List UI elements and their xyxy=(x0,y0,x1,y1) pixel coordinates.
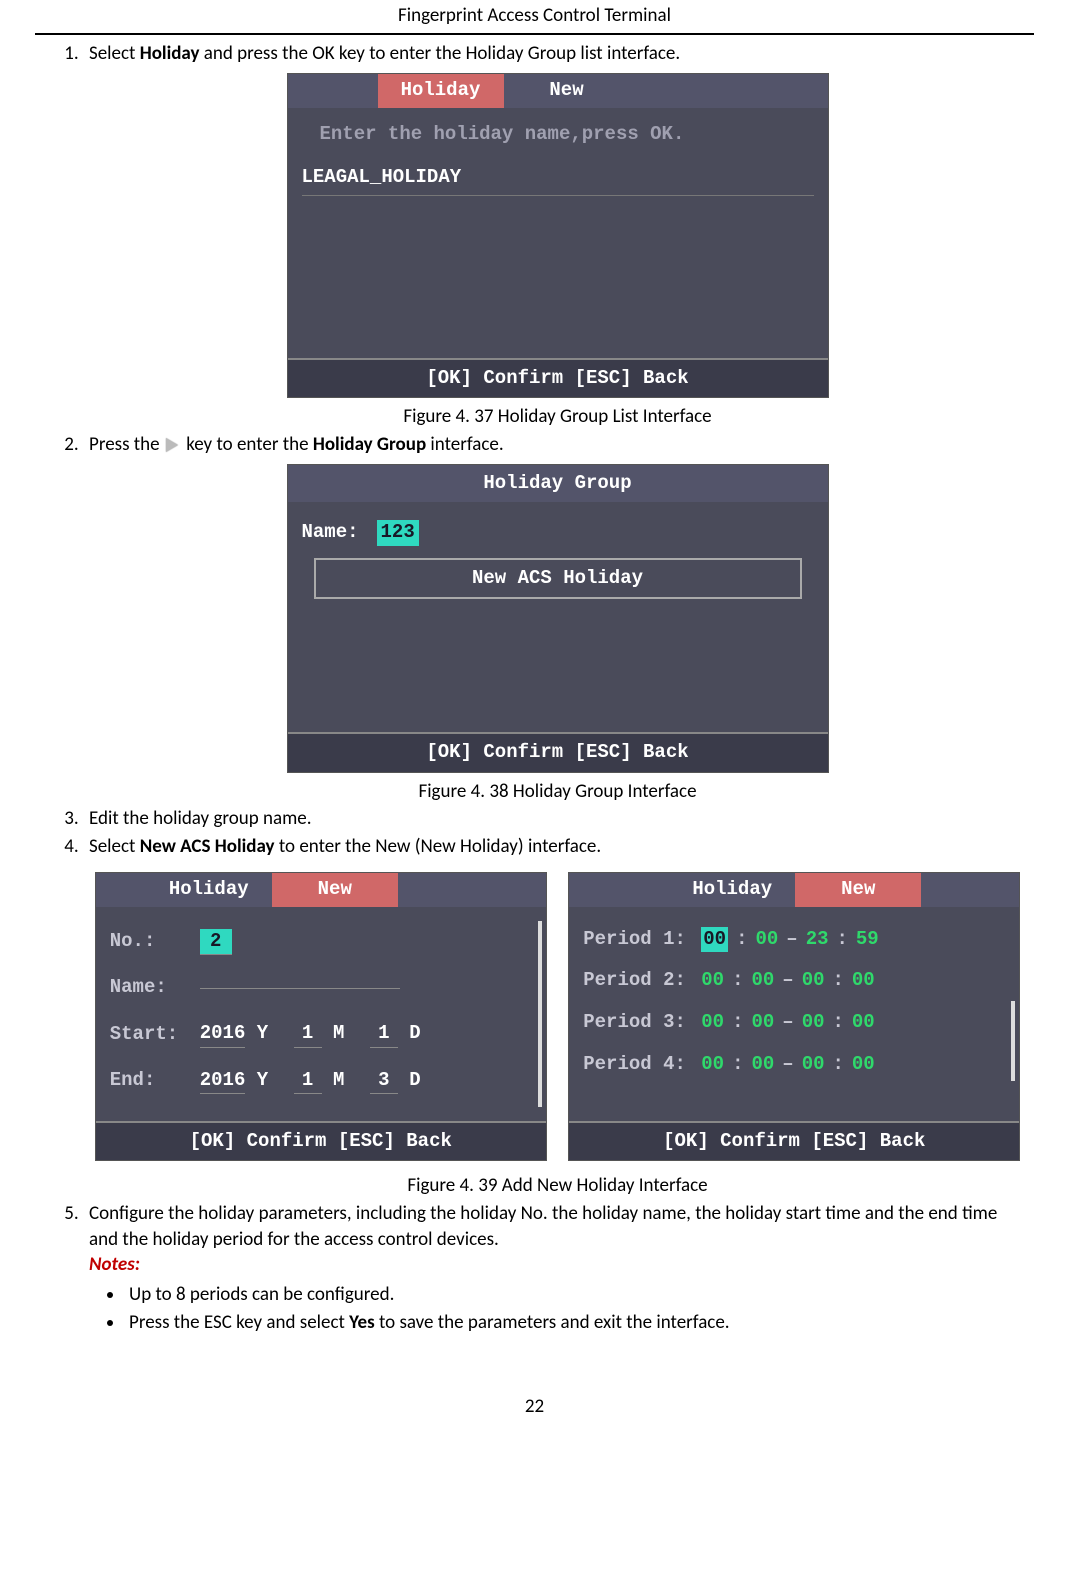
end-year[interactable]: 2016 xyxy=(200,1068,246,1095)
step-2-text-d: interface. xyxy=(426,433,504,456)
p3-start-hour[interactable]: 00 xyxy=(701,1010,724,1036)
tab-new[interactable]: New xyxy=(795,873,921,907)
p1-end-min[interactable]: 59 xyxy=(856,927,879,953)
scrollbar[interactable] xyxy=(538,921,542,1107)
tab-new[interactable]: New xyxy=(272,873,398,907)
start-label: Start: xyxy=(110,1022,200,1048)
step-2-bold: Holiday Group xyxy=(313,433,426,456)
tab-holiday[interactable]: Holiday xyxy=(669,873,795,907)
figure-37-caption: Figure 4. 37 Holiday Group List Interfac… xyxy=(89,404,1026,430)
new-holiday-left-screenshot: Holiday New No.: 2 Name: xyxy=(95,872,547,1162)
p2-start-min[interactable]: 00 xyxy=(751,968,774,994)
tab-bar: Holiday New xyxy=(96,873,546,907)
step-1-text-a: Select xyxy=(89,42,140,65)
step-5: Configure the holiday parameters, includ… xyxy=(83,1201,1026,1335)
month-suffix: M xyxy=(333,1022,344,1044)
terminal-footer: [OK] Confirm [ESC] Back xyxy=(96,1121,546,1161)
holiday-list-screenshot: Holiday New Enter the holiday name,press… xyxy=(287,73,829,399)
name-label: Name: xyxy=(110,975,200,1001)
tab-bar: Holiday New xyxy=(569,873,1019,907)
p1-start-hour[interactable]: 00 xyxy=(701,927,728,953)
period-1-label: Period 1: xyxy=(583,927,693,953)
terminal-footer: [OK] Confirm [ESC] Back xyxy=(288,732,828,772)
p4-end-min[interactable]: 00 xyxy=(852,1052,875,1078)
right-arrow-key-icon xyxy=(166,438,178,452)
scrollbar[interactable] xyxy=(1011,1001,1015,1081)
instruction-list: Select Holiday and press the OK key to e… xyxy=(43,41,1026,1335)
tab-new[interactable]: New xyxy=(504,74,630,108)
end-day[interactable]: 3 xyxy=(370,1068,398,1095)
p4-end-hour[interactable]: 00 xyxy=(802,1052,825,1078)
start-day[interactable]: 1 xyxy=(370,1021,398,1048)
figure-39-caption: Figure 4. 39 Add New Holiday Interface xyxy=(89,1173,1026,1199)
tab-bar: Holiday New xyxy=(288,74,828,108)
step-2-text-b: key to enter the xyxy=(186,433,313,456)
step-3: Edit the holiday group name. xyxy=(83,806,1026,832)
no-label: No.: xyxy=(110,929,200,955)
instruction-text: Enter the holiday name,press OK. xyxy=(302,118,814,162)
page-header: Fingerprint Access Control Terminal xyxy=(35,0,1034,35)
page-number: 22 xyxy=(35,1395,1034,1418)
new-holiday-right-screenshot: Holiday New Period 1: 00 : 00 – 23 : 59 xyxy=(568,872,1020,1162)
p1-end-hour[interactable]: 23 xyxy=(806,927,829,953)
step-4-text-a: Select xyxy=(89,835,140,858)
name-value[interactable]: 123 xyxy=(377,520,419,546)
end-label: End: xyxy=(110,1068,200,1094)
end-month[interactable]: 1 xyxy=(294,1068,322,1095)
note-2-c: to save the parameters and exit the inte… xyxy=(375,1311,730,1334)
step-1-text-c: and press the OK key to enter the Holida… xyxy=(199,42,680,65)
step-2-text-a: Press the xyxy=(89,433,160,456)
step-4-bold: New ACS Holiday xyxy=(140,835,275,858)
p2-start-hour[interactable]: 00 xyxy=(701,968,724,994)
p4-start-hour[interactable]: 00 xyxy=(701,1052,724,1078)
tab-holiday[interactable]: Holiday xyxy=(146,873,272,907)
period-2-label: Period 2: xyxy=(583,968,693,994)
terminal-footer: [OK] Confirm [ESC] Back xyxy=(288,358,828,398)
year-suffix: Y xyxy=(257,1069,268,1091)
figure-38-caption: Figure 4. 38 Holiday Group Interface xyxy=(89,779,1026,805)
note-2: Press the ESC key and select Yes to save… xyxy=(125,1310,1026,1336)
p1-start-min[interactable]: 00 xyxy=(755,927,778,953)
day-suffix: D xyxy=(409,1022,420,1044)
period-4-label: Period 4: xyxy=(583,1052,693,1078)
p3-end-min[interactable]: 00 xyxy=(852,1010,875,1036)
p3-end-hour[interactable]: 00 xyxy=(802,1010,825,1036)
step-5-text: Configure the holiday parameters, includ… xyxy=(89,1202,997,1251)
no-value[interactable]: 2 xyxy=(200,929,232,956)
notes-list: Up to 8 periods can be configured. Press… xyxy=(89,1282,1026,1335)
year-suffix: Y xyxy=(257,1022,268,1044)
month-suffix: M xyxy=(333,1069,344,1091)
p4-start-min[interactable]: 00 xyxy=(751,1052,774,1078)
start-month[interactable]: 1 xyxy=(294,1021,322,1048)
p2-end-min[interactable]: 00 xyxy=(852,968,875,994)
p3-start-min[interactable]: 00 xyxy=(751,1010,774,1036)
step-1-bold: Holiday xyxy=(140,42,200,65)
name-value[interactable] xyxy=(200,988,400,989)
tab-holiday[interactable]: Holiday xyxy=(378,74,504,108)
step-2: Press the key to enter the Holiday Group… xyxy=(83,432,1026,805)
p2-end-hour[interactable]: 00 xyxy=(802,968,825,994)
name-label: Name: xyxy=(302,520,359,546)
notes-label: Notes: xyxy=(89,1253,140,1276)
note-2-a: Press the ESC key and select xyxy=(129,1311,349,1334)
terminal-footer: [OK] Confirm [ESC] Back xyxy=(569,1121,1019,1161)
start-year[interactable]: 2016 xyxy=(200,1021,246,1048)
period-3-label: Period 3: xyxy=(583,1010,693,1036)
holiday-group-screenshot: Holiday Group Name: 123 New ACS Holiday … xyxy=(287,464,829,773)
holiday-list-item[interactable]: LEAGAL_HOLIDAY xyxy=(302,161,814,196)
new-acs-holiday-button[interactable]: New ACS Holiday xyxy=(314,558,802,600)
step-4-text-c: to enter the New (New Holiday) interface… xyxy=(275,835,602,858)
note-2-bold: Yes xyxy=(349,1311,375,1334)
note-1: Up to 8 periods can be configured. xyxy=(125,1282,1026,1308)
step-1: Select Holiday and press the OK key to e… xyxy=(83,41,1026,430)
terminal-title: Holiday Group xyxy=(288,465,828,503)
day-suffix: D xyxy=(409,1069,420,1091)
step-4: Select New ACS Holiday to enter the New … xyxy=(83,834,1026,1199)
